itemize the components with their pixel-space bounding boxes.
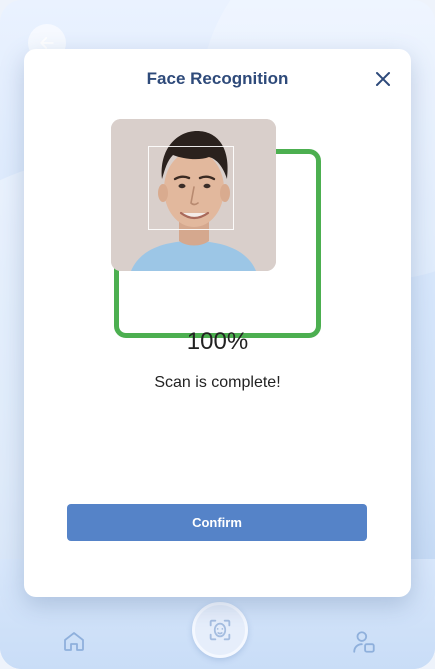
face-detection-box — [148, 146, 234, 230]
face-scan-nav-button[interactable] — [192, 602, 248, 658]
close-icon — [376, 72, 390, 86]
scan-progress-percent: 100% — [186, 328, 249, 355]
confirm-button[interactable]: Confirm — [67, 504, 367, 541]
modal-title: Face Recognition — [146, 69, 289, 88]
scan-status-text: Scan is complete! — [154, 374, 281, 391]
home-icon[interactable] — [62, 629, 86, 653]
face-scan-icon — [209, 619, 231, 641]
close-button[interactable] — [373, 69, 393, 89]
user-settings-icon[interactable] — [351, 629, 377, 655]
